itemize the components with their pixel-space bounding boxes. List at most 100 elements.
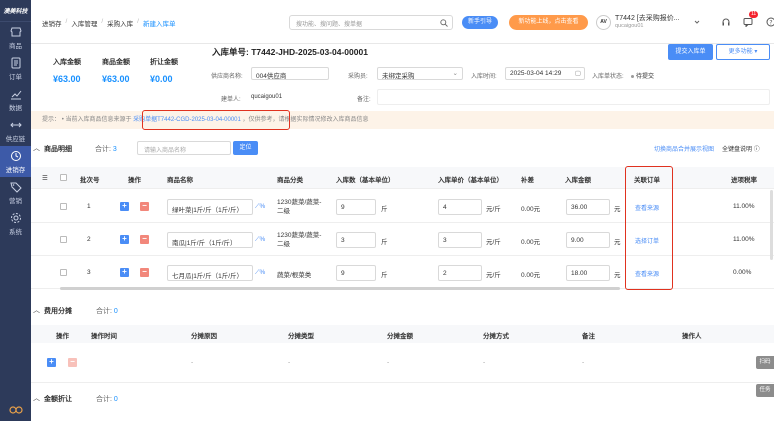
breadcrumb-item[interactable]: 入库管理: [71, 18, 97, 28]
guide-button[interactable]: 新手引导: [462, 16, 499, 29]
amount-input[interactable]: 18.00: [566, 265, 610, 281]
add-row-button[interactable]: +: [120, 202, 129, 211]
amount-input[interactable]: 36.00: [566, 199, 610, 215]
sidebar-item-label: 营销: [9, 197, 22, 205]
row-checkbox[interactable]: [60, 269, 67, 276]
headset-icon[interactable]: [721, 17, 731, 27]
sidebar-item-label: 进销存: [5, 166, 26, 174]
discount-section-header: ︿ 金额折让 合计: 0: [31, 388, 774, 408]
category-value: 蔬菜/根菜类: [277, 272, 312, 279]
discount-total-value: 0: [113, 396, 118, 403]
remove-cost-button[interactable]: −: [68, 358, 77, 367]
message-icon[interactable]: [743, 17, 753, 27]
add-row-button[interactable]: +: [120, 235, 129, 244]
order-number-value: T7442-JHD-2025-03-04-00001: [251, 47, 368, 57]
breadcrumb-item[interactable]: 进销存: [42, 18, 62, 28]
amount-input[interactable]: 9.00: [566, 232, 610, 248]
help-icon: ⓘ: [753, 147, 760, 153]
avatar[interactable]: AV: [596, 15, 611, 30]
scan-tag[interactable]: 扫码: [756, 356, 774, 369]
column-batch: 批次号: [80, 177, 100, 184]
remove-row-button[interactable]: −: [140, 202, 149, 211]
products-total-label: 合计:: [95, 146, 111, 153]
horizontal-scrollbar[interactable]: [60, 287, 620, 290]
sidebar-item-goods[interactable]: 商品: [0, 22, 31, 53]
vertical-scrollbar[interactable]: [770, 190, 773, 260]
collapse-icon[interactable]: ︿: [33, 305, 40, 315]
product-name-field[interactable]: 七月瓜|1斤/斤（1斤/斤）: [167, 265, 253, 281]
breadcrumb-separator: /: [137, 18, 139, 25]
amount-placeholder: -: [387, 359, 390, 366]
qty-input[interactable]: 3: [336, 232, 376, 248]
select-all-checkbox[interactable]: [60, 174, 67, 181]
row-checkbox[interactable]: [60, 236, 67, 243]
qty-input[interactable]: 9: [336, 199, 376, 215]
products-total: 合计: 3: [95, 144, 117, 154]
sidebar-item-data[interactable]: 数据: [0, 84, 31, 115]
tax-rate: 11.00%: [733, 203, 755, 210]
keyboard-help[interactable]: 全键盘说明 ⓘ: [722, 144, 760, 153]
type-placeholder: -: [288, 359, 291, 366]
search-icon[interactable]: [440, 19, 448, 27]
locate-button[interactable]: 定位: [233, 141, 258, 155]
svg-text:?: ?: [769, 19, 772, 26]
supply-chain-icon: [9, 122, 22, 127]
column-product-name[interactable]: 商品名称: [167, 174, 193, 184]
buyer-select[interactable]: 未绑定采购 ⌄: [377, 67, 463, 80]
supplier-field[interactable]: 004供应商: [251, 67, 329, 80]
inbound-time-picker[interactable]: 2025-03-04 14:29 ▢: [505, 67, 585, 80]
remove-row-button[interactable]: −: [140, 268, 149, 277]
add-row-button[interactable]: +: [120, 268, 129, 277]
price-input[interactable]: 3: [438, 232, 482, 248]
product-search-input[interactable]: 请输入商品名称: [137, 141, 231, 155]
breadcrumb-item[interactable]: 采购入库: [107, 18, 133, 28]
switch-view-link[interactable]: 切换商品合并展示视图: [654, 144, 714, 153]
chevron-down-icon[interactable]: [694, 19, 700, 25]
remark-input[interactable]: [377, 89, 770, 105]
sidebar-item-order[interactable]: 订单: [0, 53, 31, 84]
order-number: 入库单号: T7442-JHD-2025-03-04-00001: [212, 46, 368, 58]
column-settings-icon[interactable]: ☰: [42, 174, 48, 182]
add-cost-button[interactable]: +: [47, 358, 56, 367]
costs-table-header: 操作 操作时间 分摊原因 分摊类型 分摊金额 分摊方式 备注 操作人: [31, 325, 774, 343]
global-search-input[interactable]: 搜功能、搜问题、搜单据: [289, 15, 453, 30]
price-input[interactable]: 2: [438, 265, 482, 281]
column-amount: 分摊金额: [387, 333, 413, 340]
edit-icon[interactable]: ⟋%: [255, 236, 265, 244]
order-number-label: 入库单号:: [212, 47, 249, 57]
more-functions-button[interactable]: 更多功能 ▾: [716, 44, 770, 60]
price-input[interactable]: 4: [438, 199, 482, 215]
sidebar-bottom: [0, 405, 31, 415]
inventory-icon: [10, 150, 21, 161]
edit-icon[interactable]: ⟋%: [255, 269, 265, 277]
account-info[interactable]: T7442 [去采购报价... qucaigou01: [615, 13, 680, 29]
qty-input[interactable]: 9: [336, 265, 376, 281]
sidebar-item-system[interactable]: 系统: [0, 208, 31, 239]
breadcrumb-separator: /: [101, 18, 104, 25]
row-checkbox[interactable]: [60, 203, 67, 210]
sidebar-item-inventory[interactable]: 进销存: [0, 146, 31, 177]
product-name-field[interactable]: 绿叶菜|1斤/斤（1斤/斤）: [167, 199, 253, 215]
link-icon[interactable]: [8, 405, 23, 415]
search-placeholder: 搜功能、搜问题、搜单据: [296, 22, 363, 28]
costs-section-header: ︿ 费用分摊 合计: 0: [31, 300, 774, 320]
discount-total-label: 合计:: [96, 396, 112, 403]
collapse-icon[interactable]: ︿: [33, 393, 40, 403]
sidebar-item-supply-chain[interactable]: 供应链: [0, 115, 31, 146]
product-name-field[interactable]: 南瓜|1斤/斤（1斤/斤）: [167, 232, 253, 248]
submit-inbound-button[interactable]: 提交入库单: [668, 44, 713, 60]
edit-icon[interactable]: ⟋%: [255, 203, 265, 211]
new-feature-button[interactable]: 新功能上线，点击查看: [509, 15, 588, 30]
account-user: qucaigou01: [615, 23, 644, 29]
discount-total: 合计: 0: [96, 394, 118, 404]
remove-row-button[interactable]: −: [140, 235, 149, 244]
sidebar-item-marketing[interactable]: 营销: [0, 177, 31, 208]
collapse-icon[interactable]: ︿: [33, 143, 40, 153]
task-tag[interactable]: 任务: [756, 384, 774, 397]
costs-empty-row: + − - - - - -: [31, 343, 774, 383]
column-category[interactable]: 商品分类: [277, 174, 303, 184]
discount-section-title: 金额折让: [44, 396, 72, 403]
more-functions-label: 更多功能: [728, 49, 753, 55]
status-badge: 待提交: [631, 71, 654, 80]
help-icon[interactable]: ?: [766, 17, 774, 27]
